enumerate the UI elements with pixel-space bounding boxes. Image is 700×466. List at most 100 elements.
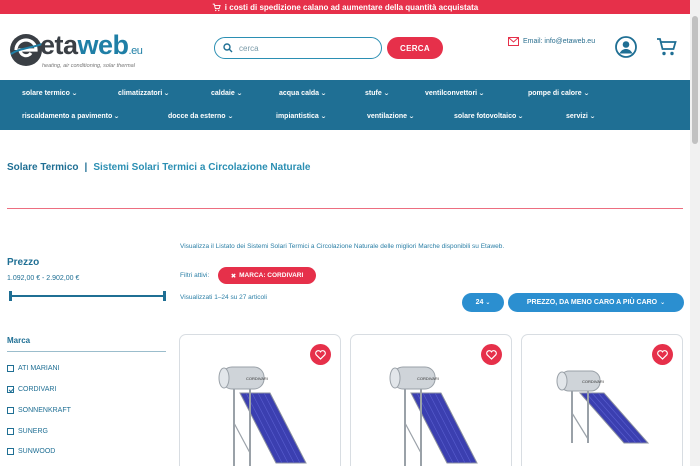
price-slider-track bbox=[9, 295, 166, 297]
checkbox[interactable] bbox=[7, 407, 14, 414]
nav-label: riscaldamento a pavimento bbox=[22, 112, 113, 120]
chevron-down-icon: ⌄ bbox=[478, 90, 485, 97]
checkbox[interactable] bbox=[7, 428, 14, 435]
etaweb-logo[interactable]: etaweb.eu heating, air conditioning, sol… bbox=[8, 30, 158, 69]
logo-tagline: heating, air conditioning, solar thermal bbox=[42, 63, 135, 69]
email-text: Email: info@etaweb.eu bbox=[523, 38, 596, 45]
nav-item-ventilazione[interactable]: ventilazione ⌄ bbox=[367, 113, 415, 120]
brand-label: SUNWOOD bbox=[18, 448, 56, 455]
nav-label: pompe di calore bbox=[528, 89, 582, 97]
email-contact[interactable]: Email: info@etaweb.eu bbox=[508, 37, 595, 46]
per-page-select[interactable]: 24 ⌄ bbox=[462, 293, 504, 312]
nav-label: solare fotovoltaico bbox=[454, 112, 517, 120]
nav-item-climatizzatori[interactable]: climatizzatori ⌄ bbox=[118, 89, 171, 97]
page-scrollbar[interactable] bbox=[690, 0, 700, 466]
chevron-down-icon: ⌄ bbox=[589, 113, 596, 120]
logo-eu: .eu bbox=[128, 45, 143, 57]
brand-label: CORDIVARI bbox=[18, 386, 57, 393]
chevron-down-icon: ⌄ bbox=[235, 90, 243, 97]
shopping-cart-icon[interactable] bbox=[656, 37, 678, 57]
checkbox[interactable] bbox=[7, 448, 14, 455]
nav-label: ventilconvettori bbox=[425, 89, 478, 97]
chevron-down-icon: ⌄ bbox=[320, 113, 327, 120]
nav-label: acqua calda bbox=[279, 89, 320, 97]
active-filter-chip[interactable]: ✖ MARCA: CORDIVARI bbox=[218, 267, 316, 284]
breadcrumb-current: Sistemi Solari Termici a Circolazione Na… bbox=[93, 162, 311, 173]
nav-label: servizi bbox=[566, 112, 588, 120]
section-divider bbox=[7, 208, 683, 209]
chevron-down-icon: ⌄ bbox=[71, 90, 78, 97]
brand-option-sonnenkraft[interactable]: SONNENKRAFT bbox=[7, 407, 71, 414]
price-slider[interactable] bbox=[9, 291, 166, 301]
logo-eta: eta bbox=[40, 30, 78, 60]
per-page-value: 24 bbox=[475, 299, 484, 306]
product-card[interactable]: CORDIVARI bbox=[350, 334, 512, 466]
chevron-down-icon: ⌄ bbox=[320, 90, 327, 97]
price-slider-max-handle[interactable] bbox=[163, 291, 166, 301]
promo-bar: i costi di spedizione calano ad aumentar… bbox=[0, 0, 690, 14]
tank-brand-label: CORDIVARI bbox=[582, 379, 604, 384]
brand-filter-title: Marca bbox=[7, 336, 31, 345]
nav-item-servizi[interactable]: servizi ⌄ bbox=[566, 112, 596, 120]
nav-label: stufe bbox=[365, 89, 382, 97]
solar-thermal-system-image: CORDIVARI bbox=[218, 366, 307, 466]
checkbox[interactable] bbox=[7, 365, 14, 372]
price-filter-title: Prezzo bbox=[7, 257, 40, 268]
nav-item-acqua-calda[interactable]: acqua calda ⌄ bbox=[279, 89, 327, 97]
chevron-down-icon: ⌄ bbox=[382, 90, 390, 97]
nav-label: climatizzatori bbox=[118, 89, 163, 97]
heart-icon bbox=[486, 349, 497, 360]
tank-brand-label: CORDIVARI bbox=[246, 376, 268, 381]
wishlist-button[interactable] bbox=[652, 344, 673, 365]
sort-select[interactable]: PREZZO, DA MENO CARO A PIÙ CARO ⌄ bbox=[508, 293, 684, 312]
nav-item-docce-da-esterno[interactable]: docce da esterno ⌄ bbox=[168, 113, 233, 120]
brand-label: SUNERG bbox=[18, 428, 48, 435]
close-icon[interactable]: ✖ bbox=[231, 272, 236, 280]
nav-item-impiantistica[interactable]: impiantistica ⌄ bbox=[276, 112, 327, 120]
chevron-down-icon: ⌄ bbox=[660, 300, 666, 306]
wishlist-button[interactable] bbox=[481, 344, 502, 365]
price-range-text: 1.092,00 € - 2.902,00 € bbox=[7, 275, 80, 282]
brand-option-cordivari[interactable]: CORDIVARI bbox=[7, 386, 56, 393]
main-navigation: solare termico ⌄ climatizzatori ⌄ caldaie ⌄… bbox=[0, 80, 690, 130]
brand-option-sunerg[interactable]: SUNERG bbox=[7, 428, 48, 435]
search-box[interactable] bbox=[214, 37, 382, 59]
scrollbar-thumb[interactable] bbox=[692, 16, 698, 144]
chevron-down-icon: ⌄ bbox=[408, 113, 415, 120]
nav-label: impiantistica bbox=[276, 112, 319, 120]
search-input[interactable] bbox=[239, 43, 369, 53]
nav-row-1: solare termico ⌄ climatizzatori ⌄ caldaie ⌄… bbox=[0, 82, 690, 104]
checkbox-checked[interactable] bbox=[7, 386, 14, 393]
nav-item-solare-termico[interactable]: solare termico ⌄ bbox=[22, 89, 78, 97]
solar-thermal-system-image: CORDIVARI bbox=[556, 370, 650, 444]
nav-item-caldaie[interactable]: caldaie ⌄ bbox=[211, 90, 243, 97]
logo-wordmark: etaweb.eu bbox=[40, 30, 143, 61]
wishlist-button[interactable] bbox=[310, 344, 331, 365]
page: i costi di spedizione calano ad aumentar… bbox=[0, 0, 700, 466]
mail-icon bbox=[508, 37, 519, 46]
heart-icon bbox=[657, 349, 668, 360]
nav-label: solare termico bbox=[22, 89, 70, 97]
product-card[interactable]: CORDIVARI bbox=[179, 334, 341, 466]
nav-item-riscaldamento-a-pavimento[interactable]: riscaldamento a pavimento ⌄ bbox=[22, 112, 120, 120]
price-slider-min-handle[interactable] bbox=[9, 291, 12, 301]
breadcrumb-separator: | bbox=[84, 162, 88, 173]
breadcrumb: Solare Termico | Sistemi Solari Termici a … bbox=[7, 162, 310, 173]
category-intro: Visualizza il Listato dei Sistemi Solari… bbox=[180, 243, 505, 250]
nav-label: docce da esterno bbox=[168, 112, 226, 120]
brand-option-sunwood[interactable]: SUNWOOD bbox=[7, 448, 55, 455]
active-filter-label: MARCA: CORDIVARI bbox=[239, 272, 304, 279]
nav-item-ventilconvettori[interactable]: ventilconvettori ⌄ bbox=[425, 89, 485, 97]
nav-item-stufe[interactable]: stufe ⌄ bbox=[365, 89, 390, 97]
nav-item-pompe-di-calore[interactable]: pompe di calore ⌄ bbox=[528, 90, 589, 97]
chevron-down-icon: ⌄ bbox=[517, 113, 525, 120]
chevron-down-icon: ⌄ bbox=[163, 90, 171, 97]
search-button[interactable]: CERCA bbox=[387, 37, 443, 59]
nav-item-solare-fotovoltaico[interactable]: solare fotovoltaico ⌄ bbox=[454, 112, 525, 120]
brand-option-ati-mariani[interactable]: ATI MARIANI bbox=[7, 365, 59, 372]
nav-row-2: riscaldamento a pavimento ⌄ docce da este… bbox=[0, 105, 690, 127]
user-account-icon[interactable] bbox=[615, 36, 637, 58]
logo-web: web bbox=[77, 30, 130, 60]
product-card[interactable]: CORDIVARI bbox=[521, 334, 683, 466]
breadcrumb-parent[interactable]: Solare Termico bbox=[7, 162, 79, 173]
